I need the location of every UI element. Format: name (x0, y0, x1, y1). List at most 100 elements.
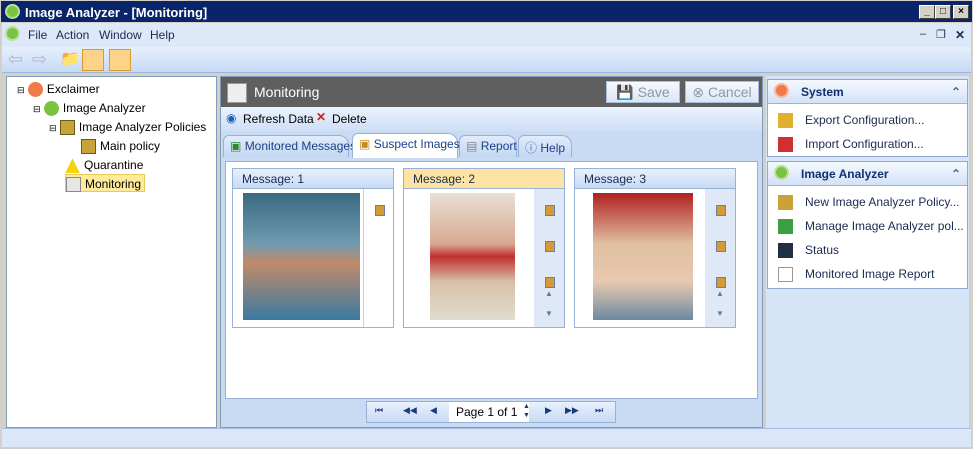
thumbnail-icon[interactable] (545, 205, 555, 216)
thumbnail-icon[interactable] (545, 277, 555, 288)
tab-label: Suspect Images (373, 137, 460, 151)
menu-bar: File Action Window Help – ❐ ✕ (2, 23, 971, 47)
panel-title: Image Analyzer (801, 167, 889, 181)
thumbnail-strip: ▲ ▼ (705, 189, 735, 327)
manage-policies-link[interactable]: Manage Image Analyzer pol... (778, 219, 964, 235)
previous-page-icon[interactable]: ◀ (430, 405, 437, 416)
tree-label: Image Analyzer (62, 101, 146, 115)
tab-help[interactable]: ⓘ Help (518, 135, 572, 157)
thumbnail-strip (363, 189, 393, 327)
import-configuration-link[interactable]: Import Configuration... (778, 137, 924, 153)
image-analyzer-icon (43, 101, 59, 117)
tab-monitored-messages[interactable]: ▣ Monitored Messages (223, 135, 356, 157)
link-label: Monitored Image Report (805, 267, 935, 281)
tree-item-exclaimer[interactable]: ⊟ Exclaimer (17, 80, 100, 98)
page-spinner-icon[interactable]: ▲ ▼ (523, 402, 530, 420)
thumbnail-icon[interactable] (716, 277, 726, 288)
manage-icon (778, 219, 793, 235)
thumbnail-icon[interactable] (716, 241, 726, 252)
action-pane-toggle-icon[interactable] (109, 49, 131, 71)
panel-title: System (801, 85, 844, 99)
tree-item-main-policy[interactable]: Main policy (81, 137, 160, 155)
refresh-data-button[interactable]: Refresh Data (243, 112, 314, 126)
menu-action[interactable]: Action (56, 28, 89, 42)
message-card-header: Message: 2 (404, 169, 564, 189)
status-link[interactable]: Status (778, 243, 839, 259)
refresh-icon: ◉ (226, 111, 237, 125)
system-panel-header[interactable]: System ⌃ (768, 80, 967, 104)
message-card[interactable]: Message: 3 ▲ ▼ (574, 168, 736, 328)
menu-help[interactable]: Help (150, 28, 175, 42)
tree-item-monitoring[interactable]: Monitoring (65, 174, 146, 193)
minimize-button[interactable]: _ (919, 5, 935, 19)
maximize-button[interactable]: □ (935, 5, 951, 19)
toolbar: ⇦ ⇨ 📁 (2, 47, 971, 73)
previous-block-icon[interactable]: ◀◀ (403, 405, 417, 416)
status-bar (2, 428, 971, 447)
scroll-down-icon[interactable]: ▼ (716, 309, 724, 318)
next-block-icon[interactable]: ▶▶ (565, 405, 579, 416)
tab-suspect-images[interactable]: ▣ Suspect Images (352, 133, 460, 158)
first-page-icon[interactable]: ⏮ (375, 405, 383, 416)
suspect-image[interactable] (243, 193, 360, 320)
delete-button[interactable]: Delete (332, 112, 367, 126)
message-card-header: Message: 1 (233, 169, 393, 189)
close-button[interactable]: × (953, 5, 969, 19)
policy-icon (81, 139, 96, 155)
message-card[interactable]: Message: 2 ▲ ▼ (403, 168, 565, 328)
link-label: New Image Analyzer Policy... (805, 195, 960, 209)
mdi-restore-icon[interactable]: ❐ (936, 28, 946, 41)
import-icon (778, 137, 793, 153)
message-card[interactable]: Message: 1 (232, 168, 394, 328)
monitored-image-report-link[interactable]: Monitored Image Report (778, 267, 935, 283)
export-icon (778, 113, 793, 129)
new-policy-link[interactable]: New Image Analyzer Policy... (778, 195, 960, 211)
tree-item-quarantine[interactable]: Quarantine (65, 156, 143, 174)
tree-view-toggle-icon[interactable] (82, 49, 104, 71)
scroll-up-icon[interactable]: ▲ (545, 289, 553, 298)
back-arrow-icon[interactable]: ⇦ (8, 49, 30, 71)
tree-label: Main policy (100, 139, 161, 153)
tree-item-policies[interactable]: ⊟ Image Analyzer Policies (49, 118, 206, 136)
up-folder-icon[interactable]: 📁 (60, 49, 82, 71)
window-title: Image Analyzer - [Monitoring] (25, 5, 208, 20)
view-title: Monitoring (254, 84, 320, 100)
tab-strip: ▣ Monitored Messages ▣ Suspect Images ▤ … (221, 131, 762, 158)
policy-icon (59, 120, 75, 136)
save-label: Save (637, 84, 670, 100)
app-logo-icon (5, 4, 20, 19)
mdi-close-icon[interactable]: ✕ (955, 28, 965, 42)
page-indicator[interactable]: Page 1 of 1 (449, 402, 529, 422)
report-icon (778, 267, 793, 283)
monitoring-icon (66, 177, 81, 193)
cancel-button[interactable]: ⊗ Cancel (685, 81, 759, 103)
tree-label: Quarantine (84, 158, 144, 172)
tab-report[interactable]: ▤ Report (459, 135, 517, 157)
app-menu-icon[interactable] (5, 26, 20, 41)
thumbnail-icon[interactable] (716, 205, 726, 216)
menu-file[interactable]: File (28, 28, 47, 42)
thumbnail-icon[interactable] (375, 205, 385, 216)
suspect-image[interactable] (430, 193, 515, 320)
last-page-icon[interactable]: ⏭ (595, 405, 603, 416)
scroll-down-icon[interactable]: ▼ (545, 309, 553, 318)
menu-window[interactable]: Window (99, 28, 142, 42)
tree-item-image-analyzer[interactable]: ⊟ Image Analyzer (33, 99, 146, 117)
action-bar: ◉ Refresh Data ✕ Delete (221, 107, 762, 131)
scroll-up-icon[interactable]: ▲ (716, 289, 724, 298)
forward-arrow-icon[interactable]: ⇨ (32, 49, 54, 71)
export-configuration-link[interactable]: Export Configuration... (778, 113, 924, 129)
mdi-minimize-icon[interactable]: – (920, 28, 926, 40)
exclaimer-icon (774, 83, 789, 98)
navigation-tree: ⊟ Exclaimer ⊟ Image Analyzer ⊟ Image Ana… (6, 76, 217, 428)
cancel-label: Cancel (708, 84, 752, 100)
image-analyzer-panel-header[interactable]: Image Analyzer ⌃ (768, 162, 967, 186)
next-page-icon[interactable]: ▶ (545, 405, 552, 416)
tab-label: Report (480, 139, 517, 153)
save-button[interactable]: 💾 Save (606, 81, 680, 103)
monitoring-icon (227, 83, 247, 103)
delete-icon: ✕ (316, 110, 327, 124)
suspect-image[interactable] (593, 193, 693, 320)
tree-label: Image Analyzer Policies (78, 120, 207, 134)
thumbnail-icon[interactable] (545, 241, 555, 252)
